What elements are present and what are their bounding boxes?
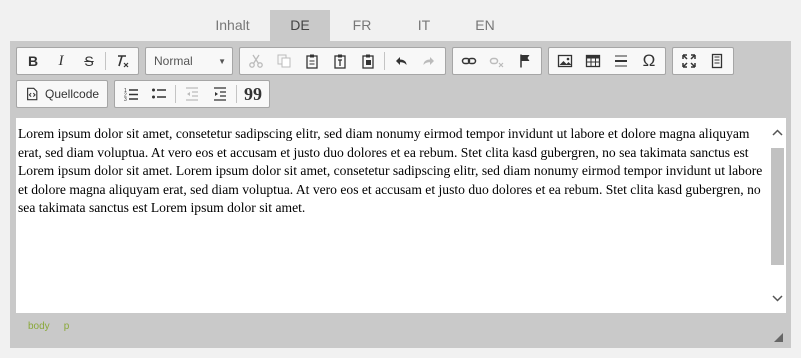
separator — [384, 52, 385, 70]
remove-format-icon — [118, 55, 129, 68]
table-button[interactable] — [579, 49, 607, 73]
svg-text:3: 3 — [124, 97, 127, 102]
flag-icon — [520, 54, 530, 68]
undo-button[interactable] — [387, 49, 415, 73]
unlink-icon — [489, 57, 504, 68]
link-button[interactable] — [455, 49, 483, 73]
source-code-icon — [27, 87, 38, 101]
redo-icon — [423, 57, 434, 65]
omega-icon: Ω — [642, 51, 656, 70]
scrollbar-thumb[interactable] — [771, 148, 784, 265]
bulleted-list-button[interactable] — [145, 82, 173, 106]
link-icon — [461, 57, 477, 65]
editor-content-area[interactable]: Lorem ipsum dolor sit amet, consetetur s… — [16, 118, 786, 313]
path-item-p[interactable]: p — [64, 321, 70, 332]
resize-handle-icon[interactable] — [774, 333, 783, 342]
path-item-body[interactable]: body — [28, 321, 50, 332]
strikethrough-icon: S — [84, 53, 94, 69]
insert-group: Ω — [548, 47, 666, 75]
table-icon — [585, 54, 601, 68]
paste-word-button[interactable] — [354, 49, 382, 73]
tab-de[interactable]: DE — [270, 10, 330, 41]
format-select[interactable]: Normal ▼ — [145, 47, 233, 75]
clipboard-icon — [306, 54, 318, 69]
outdent-button[interactable] — [178, 82, 206, 106]
special-char-button[interactable]: Ω — [635, 49, 663, 73]
numbered-list-icon: 1 2 3 — [124, 88, 139, 102]
unlink-button[interactable] — [483, 49, 511, 73]
toolbar-row-2: Quellcode 1 2 3 99 — [16, 80, 276, 108]
outdent-icon — [186, 87, 199, 101]
paste-text-icon — [334, 54, 346, 69]
italic-button[interactable]: I — [47, 49, 75, 73]
maximize-button[interactable] — [675, 49, 703, 73]
paste-word-icon — [362, 54, 374, 69]
strike-button[interactable]: S — [75, 49, 103, 73]
copy-icon — [277, 54, 291, 68]
horizontal-rule-icon — [615, 55, 627, 67]
show-blocks-button[interactable] — [703, 49, 731, 73]
paste-text-button[interactable] — [326, 49, 354, 73]
chevron-down-icon: ▼ — [218, 56, 226, 66]
separator — [105, 52, 106, 70]
source-group: Quellcode — [16, 80, 109, 108]
language-tabs: Inhalt DE FR IT EN — [196, 10, 516, 41]
basic-styles-group: B I S — [16, 47, 139, 75]
bold-button[interactable]: B — [19, 49, 47, 73]
horizontal-rule-button[interactable] — [607, 49, 635, 73]
chevron-down-icon[interactable] — [771, 290, 784, 306]
tab-it[interactable]: IT — [394, 10, 454, 41]
blockquote-button[interactable]: 99 — [239, 82, 267, 106]
paragraph-group: 1 2 3 99 — [114, 80, 271, 108]
clipboard-group — [239, 47, 446, 75]
show-blocks-icon — [711, 53, 723, 69]
vertical-scrollbar[interactable] — [769, 118, 786, 313]
indent-button[interactable] — [206, 82, 234, 106]
rich-text-editor: B I S Normal ▼ Ω Quellcode 1 2 3 99 Lore… — [10, 41, 791, 348]
scissors-icon — [249, 54, 263, 68]
source-button-label: Quellcode — [45, 87, 100, 101]
tab-en[interactable]: EN — [455, 10, 515, 41]
tab-fr[interactable]: FR — [331, 10, 393, 41]
bulleted-list-icon — [152, 88, 167, 99]
redo-button[interactable] — [415, 49, 443, 73]
image-button[interactable] — [551, 49, 579, 73]
undo-icon — [396, 57, 407, 65]
remove-format-button[interactable] — [108, 49, 136, 73]
indent-icon — [214, 87, 227, 101]
view-group — [672, 47, 734, 75]
element-path: body p — [28, 321, 69, 332]
bold-icon: B — [27, 53, 39, 69]
image-icon — [557, 54, 573, 68]
italic-icon: I — [58, 52, 64, 69]
chevron-up-icon[interactable] — [771, 125, 784, 141]
source-button[interactable]: Quellcode — [19, 82, 105, 106]
editor-paragraph[interactable]: Lorem ipsum dolor sit amet, consetetur s… — [18, 125, 768, 218]
maximize-icon — [682, 54, 696, 68]
tab-inhalt[interactable]: Inhalt — [196, 10, 269, 41]
anchor-button[interactable] — [511, 49, 539, 73]
quote-icon: 99 — [244, 83, 263, 104]
paste-button[interactable] — [298, 49, 326, 73]
cut-button[interactable] — [242, 49, 270, 73]
separator — [236, 85, 238, 103]
numbered-list-button[interactable]: 1 2 3 — [117, 82, 145, 106]
copy-button[interactable] — [270, 49, 298, 73]
links-group — [452, 47, 542, 75]
separator — [175, 85, 177, 103]
format-select-value: Normal — [154, 54, 193, 68]
toolbar-row-1: B I S Normal ▼ Ω — [16, 47, 740, 75]
